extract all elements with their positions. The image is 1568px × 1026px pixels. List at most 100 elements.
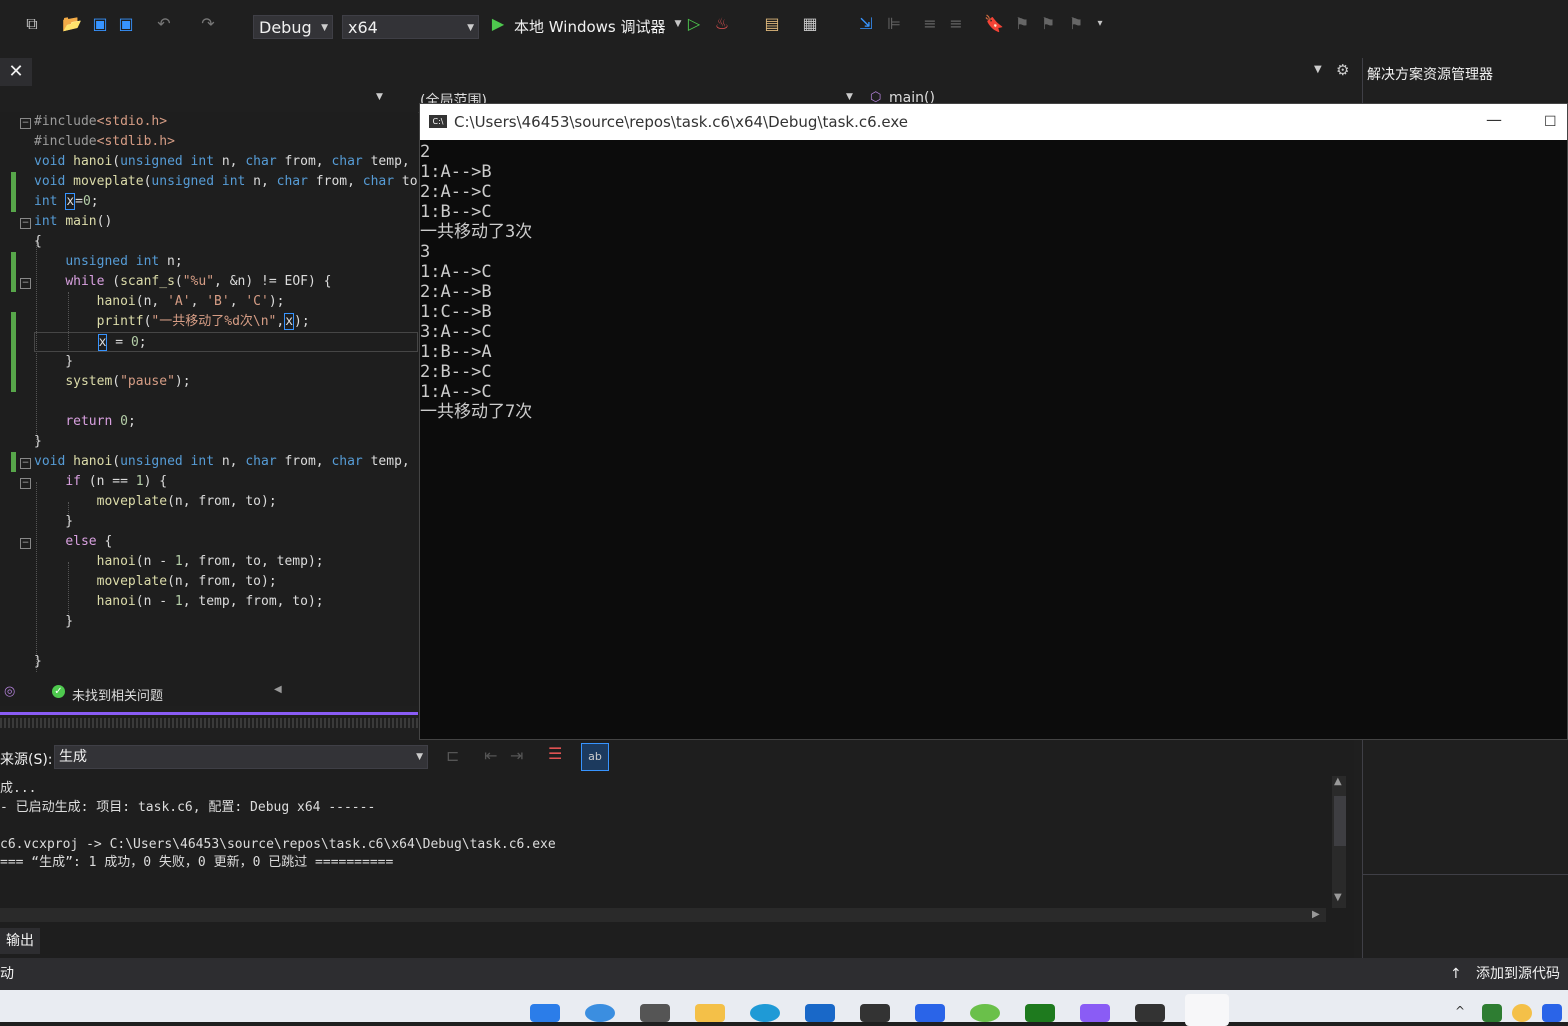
chevron-down-icon[interactable]: ▼ [846,92,853,102]
arrow-up-icon: ↑ [1450,966,1462,982]
file-explorer-icon[interactable] [695,1004,725,1022]
issues-status[interactable]: 未找到相关问题 [72,685,163,704]
chevron-down-icon: ▼ [321,23,328,33]
tab-output[interactable]: 输出 [0,928,40,954]
toolbar-overflow-icon[interactable]: ▾ [1090,14,1110,34]
prev-bookmark-icon[interactable]: ⚑ [1012,14,1032,34]
undo-icon[interactable]: ↶ [154,14,174,34]
layout-icon[interactable]: ▦ [800,14,820,34]
configuration-value: Debug [259,18,312,37]
clear-all-icon[interactable]: ☰ [548,744,562,763]
store-icon[interactable] [805,1004,835,1022]
close-icon[interactable]: ✕ [0,58,32,86]
platform-dropdown[interactable]: x64 ▼ [342,15,479,39]
start-icon[interactable] [530,1004,560,1022]
clear-bookmarks-icon[interactable]: ⚑ [1066,14,1086,34]
code-line-current: x = 0; [34,332,418,352]
new-project-icon[interactable]: ⧉ [22,14,42,34]
fold-toggle[interactable]: − [20,218,31,229]
check-icon: ✓ [52,685,65,698]
next-message-icon[interactable]: ⇥ [510,746,523,765]
task-view-icon[interactable] [640,1004,670,1022]
tray-icon[interactable] [1542,1004,1562,1022]
scroll-down-icon[interactable]: ▼ [1334,892,1342,903]
indent-icon[interactable]: ⊫ [884,14,904,34]
chevron-down-icon[interactable]: ▼ [376,92,383,102]
status-bar: 动 ↑ 添加到源代码 [0,958,1568,990]
maximize-icon[interactable]: ☐ [1544,104,1557,140]
chevron-up-icon[interactable]: ^ [1455,1004,1465,1018]
chevron-down-icon: ▼ [416,752,423,762]
find-message-icon[interactable]: ⊏ [446,746,459,765]
hot-reload-icon[interactable]: ♨ [712,14,732,34]
fold-toggle[interactable]: − [20,118,31,129]
fold-toggle[interactable]: − [20,538,31,549]
start-debugging-button[interactable]: 本地 Windows 调试器 [514,16,666,37]
scroll-left-icon[interactable]: ◀ [274,684,282,695]
configuration-dropdown[interactable]: Debug ▼ [253,15,333,39]
code-line: if (n == 1) { [65,474,168,489]
code-line: int x=0; [34,193,99,210]
gear-icon[interactable]: ⚙ [1336,61,1349,79]
search-icon[interactable] [585,1004,615,1022]
save-all-icon[interactable]: ▣ [116,14,136,34]
output-source-dropdown[interactable]: 生成 ▼ [54,745,428,769]
visual-studio-icon[interactable] [1080,1004,1110,1022]
start-debugging-icon[interactable]: ▶ [488,14,508,34]
app-icon[interactable] [860,1004,890,1022]
fold-toggle[interactable]: − [20,478,31,489]
word-wrap-icon[interactable]: ab [581,743,609,771]
xbox-icon[interactable] [1025,1004,1055,1022]
document-tab-row: ✕ ▼ ⚙ [0,58,1362,86]
save-icon[interactable]: ▣ [90,14,110,34]
splitter-grip[interactable] [0,718,418,728]
code-line: #include<stdlib.h> [34,134,175,149]
code-line: printf("一共移动了%d次\n",x); [96,313,310,330]
code-line: void moveplate(unsigned int n, char from… [34,174,418,189]
code-line: void hanoi(unsigned int n, char from, ch… [34,454,418,469]
edge-icon[interactable] [750,1004,780,1022]
uncomment-icon[interactable]: ≡ [946,14,966,34]
output-source-value: 生成 [59,749,87,765]
snipping-tool-icon[interactable] [1185,994,1229,1026]
scroll-right-icon[interactable]: ▶ [1312,909,1320,920]
prev-message-icon[interactable]: ⇤ [484,746,497,765]
output-text: 成... - 已启动生成: 项目: task.c6, 配置: Debug x64… [0,781,556,870]
code-line: moveplate(n, from, to); [96,574,277,589]
console-titlebar[interactable]: C:\ C:\Users\46453\source\repos\task.c6\… [420,104,1567,140]
output-source-label: 来源(S): [0,752,53,768]
intellicode-icon[interactable]: ◎ [4,684,15,699]
minimize-icon[interactable]: — [1486,102,1502,138]
add-to-source-control-button[interactable]: 添加到源代码 [1476,958,1560,990]
scroll-up-icon[interactable]: ▲ [1334,776,1342,787]
output-scroll-thumb[interactable] [1334,796,1346,846]
status-text: 动 [0,966,14,982]
output-panel: 来源(S): 生成 ▼ ⊏ ⇤ ⇥ ☰ ab 成... - 已启动生成: 项目:… [0,740,1354,958]
redo-icon[interactable]: ↷ [198,14,218,34]
open-folder-icon[interactable]: 📂 [62,14,82,34]
comment-icon[interactable]: ≡ [920,14,940,34]
chevron-down-icon: ▼ [467,23,474,33]
folder-view-icon[interactable]: ▤ [762,14,782,34]
fold-toggle[interactable]: − [20,278,31,289]
app-icon[interactable] [970,1004,1000,1022]
tab-dropdown-icon[interactable]: ▼ [1314,64,1322,75]
console-window[interactable]: C:\ C:\Users\46453\source\repos\task.c6\… [419,103,1568,740]
code-line: } [34,354,74,369]
app-icon[interactable] [915,1004,945,1022]
code-line: system("pause"); [65,374,191,389]
tray-icon[interactable] [1482,1004,1502,1022]
step-icon[interactable]: ⇲ [856,14,876,34]
next-bookmark-icon[interactable]: ⚑ [1038,14,1058,34]
code-line: moveplate(n, from, to); [96,494,277,509]
fold-toggle[interactable]: − [20,458,31,469]
code-editor[interactable]: − − − − − − #include<stdio.h> #include<s… [0,112,418,682]
start-without-debugging-icon[interactable]: ▷ [684,14,704,34]
code-line: void hanoi(unsigned int n, char from, ch… [34,154,418,169]
bookmark-icon[interactable]: 🔖 [984,14,1004,34]
console-output: 2 1:A-->B 2:A-->C 1:B-->C 一共移动了3次 3 1:A-… [420,142,533,422]
console-title: C:\Users\46453\source\repos\task.c6\x64\… [454,113,909,131]
output-horizontal-scrollbar[interactable] [0,908,1326,922]
tray-icon[interactable] [1512,1004,1532,1022]
console-icon[interactable] [1135,1004,1165,1022]
